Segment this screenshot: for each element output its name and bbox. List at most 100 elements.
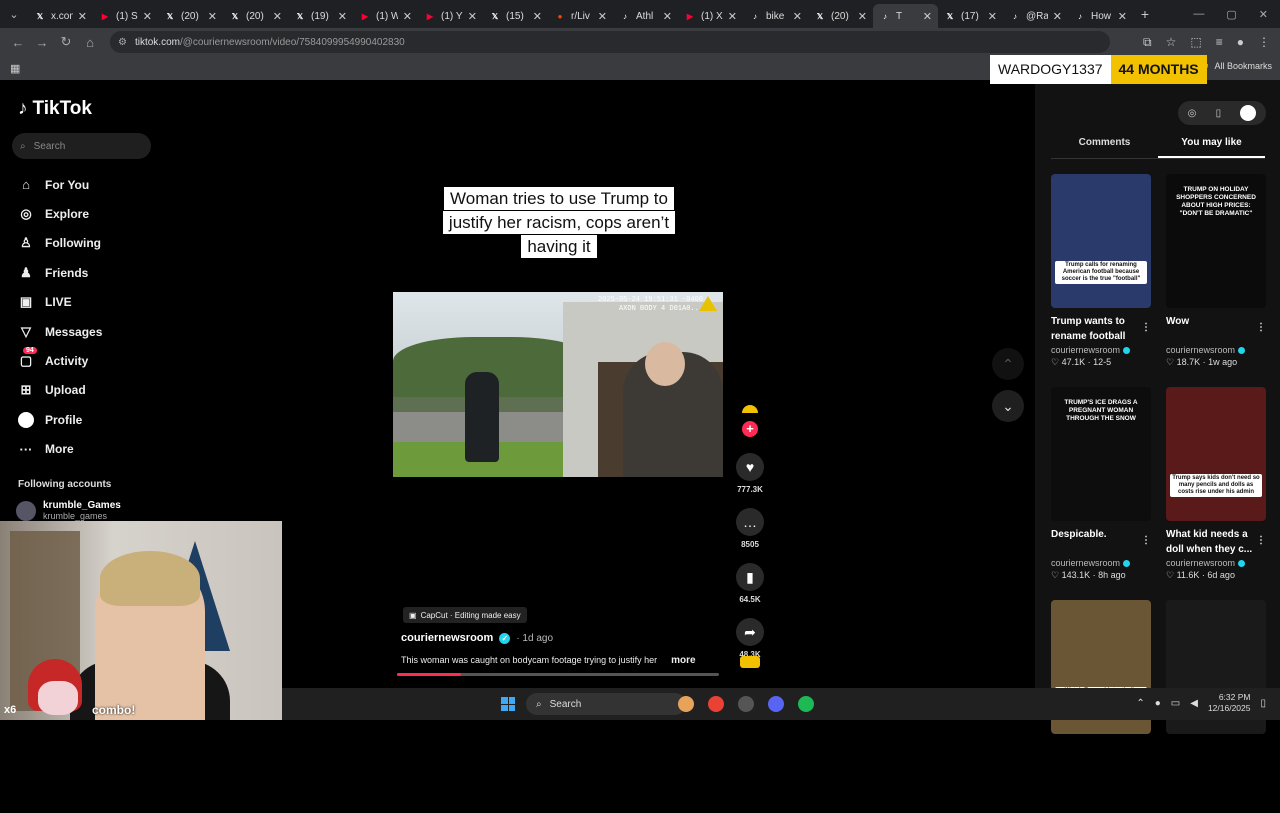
more-options-icon[interactable]: ⋮ (1141, 533, 1151, 548)
recommended-video-card[interactable]: Trump calls for renaming American footba… (1051, 174, 1151, 387)
video-thumbnail[interactable]: Trump calls for renaming American footba… (1051, 174, 1151, 308)
all-bookmarks[interactable]: ▭ All Bookmarks (1200, 60, 1272, 71)
profile-avatar-icon[interactable]: ● (1237, 35, 1244, 50)
close-tab-icon[interactable]: ✕ (988, 10, 997, 23)
chrome-icon[interactable] (708, 696, 724, 712)
site-info-icon[interactable]: ⚙ (118, 37, 127, 48)
close-tab-icon[interactable]: ✕ (143, 10, 152, 23)
app-icon-3[interactable] (738, 696, 754, 712)
sidebar-item-activity[interactable]: ▢ 94 Activity (18, 346, 168, 375)
device-icon[interactable]: ▯ (1216, 108, 1222, 119)
forward-button[interactable]: → (30, 30, 54, 54)
browser-tab[interactable]: 𝕏 (20) ✕ (808, 4, 873, 28)
new-tab-button[interactable]: + (1133, 6, 1157, 22)
browser-tab[interactable]: 𝕏 (17) ✕ (938, 4, 1003, 28)
share-button[interactable]: ➦ (736, 618, 764, 646)
back-button[interactable]: ← (6, 30, 30, 54)
compass-icon[interactable]: ◎ (1188, 108, 1197, 119)
browser-tab[interactable]: ▶ (1) X ✕ (678, 4, 743, 28)
more-options-icon[interactable]: ⋮ (1256, 533, 1266, 548)
maximize-button[interactable]: ▢ (1226, 8, 1236, 21)
sidebar-item-for-you[interactable]: ⌂ For You (18, 170, 168, 199)
close-tab-icon[interactable]: ✕ (533, 10, 542, 23)
video-author[interactable]: couriernewsroom ✓ · 1d ago (401, 632, 553, 644)
close-tab-icon[interactable]: ✕ (793, 10, 802, 23)
close-tab-icon[interactable]: ✕ (858, 10, 867, 23)
close-tab-icon[interactable]: ✕ (78, 10, 87, 23)
close-tab-icon[interactable]: ✕ (273, 10, 282, 23)
sidebar-item-live[interactable]: ▣ LIVE (18, 288, 168, 317)
close-tab-icon[interactable]: ✕ (1053, 10, 1062, 23)
sidebar-item-following[interactable]: ♙ Following (18, 229, 168, 258)
sidebar-item-messages[interactable]: ▽ Messages (18, 317, 168, 346)
browser-tab[interactable]: 𝕏x.com ✕ (28, 4, 93, 28)
close-tab-icon[interactable]: ✕ (598, 10, 607, 23)
tiktok-logo[interactable]: ♪ TikTok (18, 98, 92, 120)
more-options-icon[interactable]: ⋮ (1256, 320, 1266, 335)
sidebar-item-more[interactable]: ··· More (18, 435, 168, 464)
theme-toggle[interactable] (1240, 105, 1257, 121)
capcut-tag[interactable]: ▣ CapCut · Editing made easy (403, 607, 527, 623)
browser-tab[interactable]: ▶ (1) S ✕ (93, 4, 158, 28)
next-video-button[interactable]: ⌄ (992, 390, 1024, 422)
follow-plus-button[interactable]: + (742, 421, 758, 437)
browser-menu-icon[interactable]: ⋮ (1258, 35, 1270, 50)
browser-tab[interactable]: 𝕏 (20) ✕ (223, 4, 288, 28)
clock[interactable]: 6:32 PM 12/16/2025 (1208, 692, 1251, 714)
discord-icon[interactable] (768, 696, 784, 712)
close-tab-icon[interactable]: ✕ (338, 10, 347, 23)
browser-tab[interactable]: 𝕏 (15) ✕ (483, 4, 548, 28)
notification-icon[interactable]: ▯ (1260, 698, 1266, 709)
volume-icon[interactable]: ◀ (1190, 698, 1198, 709)
video-player[interactable]: 2025-05-24 19:51:31 -0400 AXON BODY 4 D0… (393, 292, 723, 477)
taskbar-search[interactable]: ⌕ Search (526, 693, 686, 715)
browser-tab[interactable]: 𝕏 (20) ✕ (158, 4, 223, 28)
sidebar-item-upload[interactable]: ⊞ Upload (18, 376, 168, 405)
chevron-up-icon[interactable]: ⌃ (1136, 698, 1144, 709)
card-account[interactable]: couriernewsroom (1166, 345, 1266, 355)
author-avatar[interactable] (742, 405, 758, 413)
more-link[interactable]: more (671, 655, 695, 666)
reload-button[interactable]: ↻ (54, 30, 78, 54)
card-account[interactable]: couriernewsroom (1051, 558, 1151, 568)
following-account-item[interactable]: krumble_Games krumble_games (16, 500, 121, 521)
close-window-button[interactable]: ✕ (1259, 8, 1268, 21)
spotify-icon[interactable] (798, 696, 814, 712)
sidebar-item-explore[interactable]: ◎ Explore (18, 199, 168, 228)
tab-search-menu-button[interactable]: ⌄ (0, 0, 28, 28)
mic-icon[interactable]: ● (1155, 698, 1161, 709)
browser-tab[interactable]: ♪ Athl ✕ (613, 4, 678, 28)
media-controls-icon[interactable]: ≡ (1216, 35, 1223, 50)
extensions-icon[interactable]: ⬚ (1190, 35, 1201, 50)
browser-tab[interactable]: ♪ @Ra ✕ (1003, 4, 1068, 28)
close-tab-icon[interactable]: ✕ (403, 10, 412, 23)
recommended-video-card[interactable]: TRUMP ON HOLIDAY SHOPPERS CONCERNED ABOU… (1166, 174, 1266, 387)
card-account[interactable]: couriernewsroom (1051, 345, 1151, 355)
home-button[interactable]: ⌂ (78, 30, 102, 54)
browser-tab[interactable]: ▶ (1) W ✕ (353, 4, 418, 28)
browser-tab[interactable]: ▶ (1) Y ✕ (418, 4, 483, 28)
video-progress-bar[interactable] (397, 673, 719, 676)
app-icon-1[interactable] (678, 696, 694, 712)
close-tab-icon[interactable]: ✕ (663, 10, 672, 23)
tab-you-may-like[interactable]: You may like (1158, 137, 1265, 158)
recommended-video-card[interactable]: TRUMP'S ICE DRAGS A PREGNANT WOMAN THROU… (1051, 387, 1151, 600)
close-tab-icon[interactable]: ✕ (208, 10, 217, 23)
tab-comments[interactable]: Comments (1051, 137, 1158, 158)
video-thumbnail[interactable]: Trump says kids don't need so many penci… (1166, 387, 1266, 521)
browser-tab[interactable]: ♪ How ✕ (1068, 4, 1133, 28)
close-tab-icon[interactable]: ✕ (1118, 10, 1127, 23)
browser-tab[interactable]: ● r/Liv ✕ (548, 4, 613, 28)
comment-button[interactable]: … (736, 508, 764, 536)
bookmark-star-icon[interactable]: ☆ (1166, 35, 1177, 50)
address-bar[interactable]: ⚙ tiktok.com/@couriernewsroom/video/7584… (110, 31, 1110, 53)
browser-tab[interactable]: ♪ T ✕ (873, 4, 938, 28)
close-tab-icon[interactable]: ✕ (728, 10, 737, 23)
start-button[interactable] (501, 697, 515, 711)
apps-grid-icon[interactable]: ▦ (10, 62, 20, 75)
previous-video-button[interactable]: ⌃ (992, 348, 1024, 380)
save-button[interactable]: ▮ (736, 563, 764, 591)
close-tab-icon[interactable]: ✕ (923, 10, 932, 23)
more-options-icon[interactable]: ⋮ (1141, 320, 1151, 335)
recommended-video-card[interactable]: Trump says kids don't need so many penci… (1166, 387, 1266, 600)
